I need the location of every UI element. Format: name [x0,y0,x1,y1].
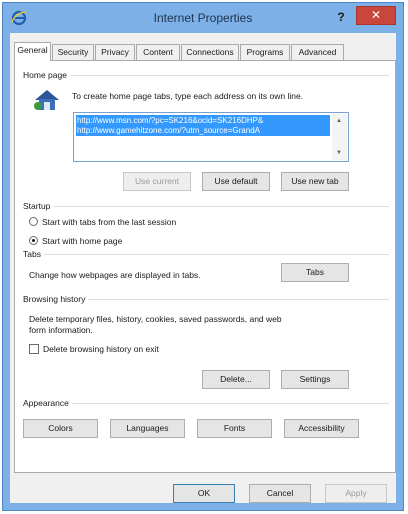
startup-group-label: Startup [23,201,54,211]
help-button[interactable]: ? [331,7,351,27]
tab-strip: General Security Privacy Content Connect… [14,42,404,61]
start-last-session-label[interactable]: Start with tabs from the last session [42,217,176,227]
languages-button[interactable]: Languages [110,419,185,438]
fonts-button[interactable]: Fonts [197,419,272,438]
colors-button[interactable]: Colors [23,419,98,438]
title-bar[interactable]: Internet Properties ? ✕ [3,3,403,33]
accessibility-button[interactable]: Accessibility [284,419,359,438]
browsing-history-description: Delete temporary files, history, cookies… [29,314,282,324]
scroll-down-icon[interactable]: ▼ [333,148,345,158]
home-page-group-label: Home page [23,70,70,80]
use-current-button[interactable]: Use current [123,172,191,191]
tabs-group-label: Tabs [23,249,44,259]
home-page-group-line [23,75,389,76]
browsing-history-description: form information. [29,325,93,335]
home-page-instruction: To create home page tabs, type each addr… [72,91,304,101]
apply-button[interactable]: Apply [325,484,387,503]
tabs-button[interactable]: Tabs [281,263,349,282]
close-button[interactable]: ✕ [356,6,396,25]
start-home-page-label[interactable]: Start with home page [42,236,122,246]
tab-general[interactable]: General [14,42,51,61]
appearance-group-label: Appearance [23,398,72,408]
internet-properties-window: Internet Properties ? ✕ General Security… [2,2,404,511]
tab-programs[interactable]: Programs [240,44,290,60]
home-page-url-line: http://www.gamehitzone.com/?utm_source=G… [77,126,260,135]
history-settings-button[interactable]: Settings [281,370,349,389]
house-icon [34,90,59,110]
ok-button[interactable]: OK [173,484,235,503]
browsing-history-group-label: Browsing history [23,294,89,304]
tabs-group-line [23,254,389,255]
start-home-page-radio[interactable] [29,236,38,245]
home-page-urls-textarea[interactable]: http://www.msn.com/?pc=SK216&ocid=SK216D… [73,112,349,162]
use-default-button[interactable]: Use default [202,172,270,191]
tabs-description: Change how webpages are displayed in tab… [29,270,201,280]
cancel-button[interactable]: Cancel [249,484,311,503]
use-new-tab-button[interactable]: Use new tab [281,172,349,191]
delete-on-exit-checkbox[interactable] [29,344,39,354]
home-page-url-line: http://www.msn.com/?pc=SK216&ocid=SK216D… [77,116,264,125]
url-scrollbar[interactable]: ▲ ▼ [332,114,347,160]
appearance-group-line [23,403,389,404]
tab-connections[interactable]: Connections [181,44,239,60]
tab-privacy[interactable]: Privacy [95,44,135,60]
startup-group-line [23,206,389,207]
delete-history-button[interactable]: Delete... [202,370,270,389]
tab-advanced[interactable]: Advanced [291,44,344,60]
scroll-up-icon[interactable]: ▲ [333,116,345,126]
delete-on-exit-label[interactable]: Delete browsing history on exit [43,344,159,354]
start-last-session-radio[interactable] [29,217,38,226]
dialog-body: General Security Privacy Content Connect… [10,33,396,503]
tab-content[interactable]: Content [136,44,180,60]
general-tab-panel: Home page To create home page tabs, type… [14,60,396,473]
tab-security[interactable]: Security [52,44,94,60]
